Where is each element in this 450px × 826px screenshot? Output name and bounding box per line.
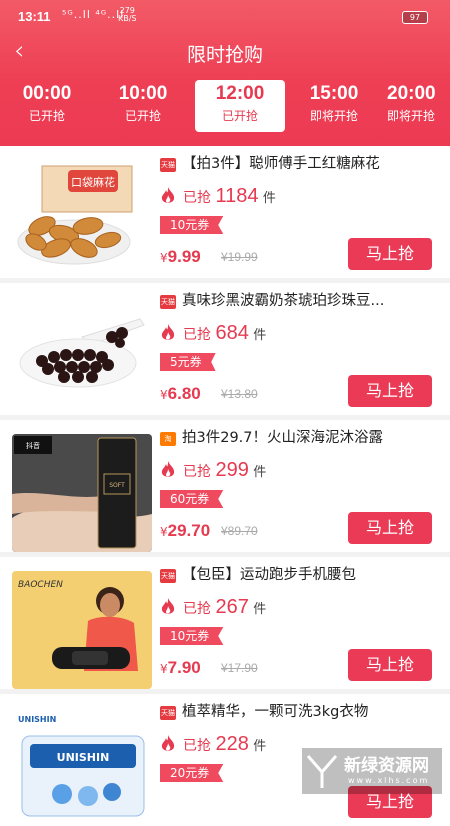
tab-slot-0000[interactable]: 00:00 已开抢 [2,82,92,124]
watermark: 新绿资源网 www.xlhs.com [302,748,442,794]
coupon-badge: 60元券 [160,490,224,508]
tab-slot-1200[interactable]: 12:00 已开抢 [195,80,285,132]
buy-now-button[interactable]: 马上抢 [348,375,432,407]
product-title: 植萃精华，一颗可洗3kg衣物 [182,704,369,720]
coupon-badge: 5元券 [160,353,216,371]
list-item[interactable]: BAOCHEN 天猫 【包臣】运动跑步手机腰包 已抢 267 件 10元券 ¥7… [0,557,450,689]
net-speed: 279 KB/S [118,6,137,23]
tab-slot-1000[interactable]: 10:00 已开抢 [98,82,188,124]
product-image: 口袋麻花 [12,160,152,278]
tab-slot-2000[interactable]: 20:00 即将开抢 [387,82,450,124]
tmall-tag: 天猫 [160,295,176,309]
sold-count: 已抢 684 件 [183,322,267,344]
fire-icon [161,187,175,203]
svg-text:SOFT: SOFT [109,482,125,489]
watermark-url: www.xlhs.com [348,776,430,785]
status-bar: 13:11 ⁵ᴳ..ll ⁴ᴳ..ll 279 KB/S 97 [0,0,450,30]
product-title: 真味珍黑波霸奶茶琥珀珍珠豆... [182,293,385,309]
time-slot-tabs: 00:00 已开抢 10:00 已开抢 12:00 已开抢 15:00 即将开抢 20:… [0,80,450,132]
tmall-tag: 天猫 [160,706,176,720]
taobao-tag: 淘 [160,432,176,446]
original-price: ¥17.90 [221,661,258,675]
sale-price: ¥6.80 [160,384,201,403]
fire-icon [161,735,175,751]
sale-price: ¥7.90 [160,658,201,677]
list-item[interactable]: SOFT 抖音 淘 拍3件29.7！火山深海泥沐浴露 已抢 299 件 60元券… [0,420,450,552]
sale-price: ¥29.70 [160,521,211,540]
product-image: UNISHIN UNISHIN [12,708,152,826]
product-image: SOFT 抖音 [12,434,152,552]
fire-icon [161,461,175,477]
fire-icon [161,324,175,340]
original-price: ¥13.80 [221,387,258,401]
buy-now-button[interactable]: 马上抢 [348,512,432,544]
product-title: 拍3件29.7！火山深海泥沐浴露 [182,430,384,446]
original-price: ¥89.70 [221,524,258,538]
page-title: 限时抢购 [186,44,263,66]
watermark-text: 新绿资源网 [344,756,429,776]
battery-icon: 97 [402,11,428,24]
sold-count: 已抢 1184 件 [183,185,276,207]
coupon-badge: 10元券 [160,627,224,645]
sale-price: ¥9.99 [160,247,201,266]
sold-count: 已抢 299 件 [183,459,267,481]
coupon-badge: 10元券 [160,216,224,234]
tab-slot-1500[interactable]: 15:00 即将开抢 [289,82,379,124]
svg-text:BAOCHEN: BAOCHEN [18,580,63,590]
svg-text:UNISHIN: UNISHIN [57,751,110,764]
fire-icon [161,598,175,614]
original-price: ¥19.99 [221,250,258,264]
buy-now-button[interactable]: 马上抢 [348,649,432,681]
tmall-tag: 天猫 [160,158,176,172]
tmall-tag: 天猫 [160,569,176,583]
list-item[interactable]: 口袋麻花 天猫 【拍3件】聪师傅手工红糖麻花 已抢 1184 件 10元券 ¥9… [0,146,450,278]
product-image: BAOCHEN [12,571,152,689]
svg-text:抖音: 抖音 [26,441,40,450]
sold-count: 已抢 228 件 [183,733,267,755]
buy-now-button[interactable]: 马上抢 [348,238,432,270]
coupon-badge: 20元券 [160,764,224,782]
product-title: 【包臣】运动跑步手机腰包 [182,567,356,583]
status-time: 13:11 [18,9,51,24]
svg-text:口袋麻花: 口袋麻花 [71,175,115,189]
product-image [12,297,152,415]
signal-icon: ⁵ᴳ..ll ⁴ᴳ..ll [62,8,125,21]
svg-text:UNISHIN: UNISHIN [18,715,56,724]
nav-bar: ‹ 限时抢购 [0,30,450,74]
list-item[interactable]: 天猫 真味珍黑波霸奶茶琥珀珍珠豆... 已抢 684 件 5元券 ¥6.80 ¥… [0,283,450,415]
product-title: 【拍3件】聪师傅手工红糖麻花 [182,156,380,172]
sold-count: 已抢 267 件 [183,596,267,618]
